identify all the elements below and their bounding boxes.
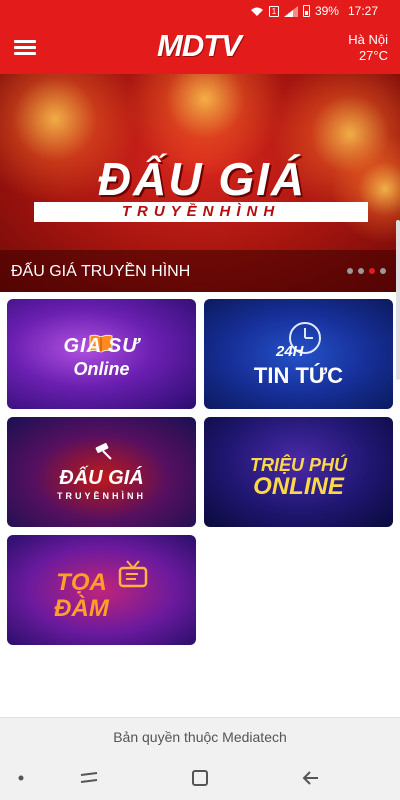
menu-icon-bar: [14, 46, 36, 49]
carousel-dot[interactable]: [347, 268, 353, 274]
carousel-indicator: [347, 268, 386, 274]
menu-button[interactable]: [14, 37, 38, 57]
sim-badge: 1: [268, 5, 279, 17]
recent-apps-icon[interactable]: [76, 765, 102, 791]
copyright-text: Bản quyền thuộc Mediatech: [113, 729, 287, 745]
tile-subtitle: Online: [73, 359, 130, 379]
carousel-dot[interactable]: [380, 268, 386, 274]
menu-icon-bar: [14, 52, 36, 55]
tile-subtitle: ONLINE: [253, 473, 344, 500]
banner-caption: ĐẤU GIÁ TRUYỀN HÌNH: [11, 263, 191, 280]
tile-tin-tuc-24h[interactable]: 24H TIN TỨC: [204, 299, 393, 409]
app-logo: MDTV: [157, 28, 242, 63]
system-nav-bar: [0, 755, 400, 800]
tile-title: TỌA: [56, 569, 107, 596]
tile-subtitle: TRUYỀNHÌNH: [56, 491, 146, 501]
scroll-indicator: [396, 220, 400, 380]
weather-widget: Hà Nội 27°C: [348, 32, 388, 64]
menu-icon-bar: [14, 40, 36, 43]
back-arrow-icon[interactable]: [298, 765, 324, 791]
banner-subtitle: TRUYỀNHÌNH: [34, 202, 368, 222]
tile-title: GIA SƯ: [63, 335, 140, 357]
signal-icon: [283, 5, 298, 17]
status-bar: 1 39% 17:27: [0, 0, 400, 24]
weather-temp: 27°C: [358, 48, 388, 63]
tile-toa-dam[interactable]: TỌA ĐÀM: [7, 535, 196, 645]
app-bar: MDTV Hà Nội 27°C: [0, 24, 400, 74]
weather-city: Hà Nội: [348, 32, 388, 47]
battery-percent: 39%: [314, 4, 339, 18]
featured-banner[interactable]: ĐẤU GIÁ TRUYỀNHÌNH ĐẤU GIÁ TRUYỀN HÌNH: [0, 74, 400, 292]
footer: Bản quyền thuộc Mediatech: [0, 717, 400, 755]
home-icon[interactable]: [187, 765, 213, 791]
tile-badge: 24H: [276, 343, 304, 360]
banner-title: ĐẤU GIÁ: [97, 153, 307, 205]
tile-dau-gia-truyen-hinh[interactable]: ĐẤU GIÁ TRUYỀNHÌNH: [7, 417, 196, 527]
dot-icon[interactable]: [8, 765, 34, 791]
battery-icon: [302, 5, 310, 17]
carousel-dot[interactable]: [358, 268, 364, 274]
tile-trieu-phu-online[interactable]: TRIỆU PHÚ ONLINE: [204, 417, 393, 527]
wifi-icon: [250, 7, 263, 16]
banner-caption-bar: ĐẤU GIÁ TRUYỀN HÌNH: [0, 250, 400, 292]
tile-title: TIN TỨC: [253, 363, 344, 388]
clock-time: 17:27: [347, 4, 378, 18]
tile-gia-su-online[interactable]: GIA SƯ Online: [7, 299, 196, 409]
tile-title: ĐẤU GIÁ: [59, 467, 144, 489]
carousel-dot-active[interactable]: [369, 268, 375, 274]
tile-subtitle: ĐÀM: [54, 595, 109, 622]
gavel-icon: [95, 443, 112, 460]
